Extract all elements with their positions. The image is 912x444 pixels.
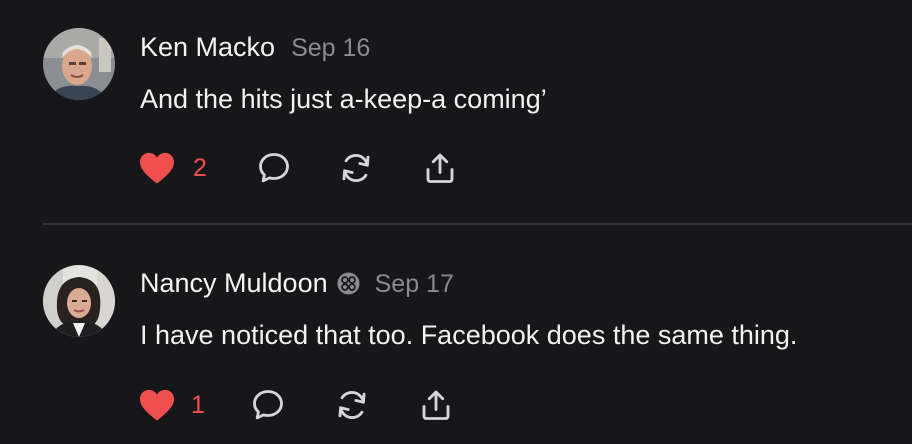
share-icon [426,153,454,183]
reply-button[interactable] [256,148,292,188]
avatar-photo [43,28,115,100]
author-name[interactable]: Ken Macko [140,32,275,63]
share-button[interactable] [418,385,454,425]
repost-button[interactable] [334,385,370,425]
repost-icon [342,154,370,182]
verified-badge-icon [337,272,360,295]
heart-icon [140,389,174,421]
heart-icon [140,152,174,184]
like-count: 2 [193,153,207,182]
repost-icon [338,391,366,419]
comment-text: And the hits just a-keep-a coming’ [140,84,547,114]
avatar[interactable] [43,28,115,100]
comment-header: Ken Macko Sep 16 [140,32,370,63]
share-icon [422,390,450,420]
comment-actions: 1 [138,385,478,425]
comment-bubble-icon [259,153,289,183]
author-name[interactable]: Nancy Muldoon [140,268,328,299]
avatar[interactable] [43,265,115,337]
repost-button[interactable] [338,148,374,188]
share-button[interactable] [422,148,458,188]
comment-bubble-icon [253,390,283,420]
comment-actions: 2 [138,148,478,188]
like-button[interactable]: 2 [138,148,207,188]
avatar-photo [43,265,115,337]
comment-item: Ken Macko Sep 16 And the hits just a-kee… [0,0,912,224]
comment-date[interactable]: Sep 16 [291,34,370,63]
comment-text: I have noticed that too. Facebook does t… [140,320,798,350]
like-count: 1 [191,390,205,419]
reply-button[interactable] [250,385,286,425]
comment-item: Nancy Muldoon Sep 17 I have noticed that… [0,225,912,444]
comment-header: Nancy Muldoon Sep 17 [140,268,454,299]
like-button[interactable]: 1 [138,385,205,425]
comment-date[interactable]: Sep 17 [375,270,454,299]
